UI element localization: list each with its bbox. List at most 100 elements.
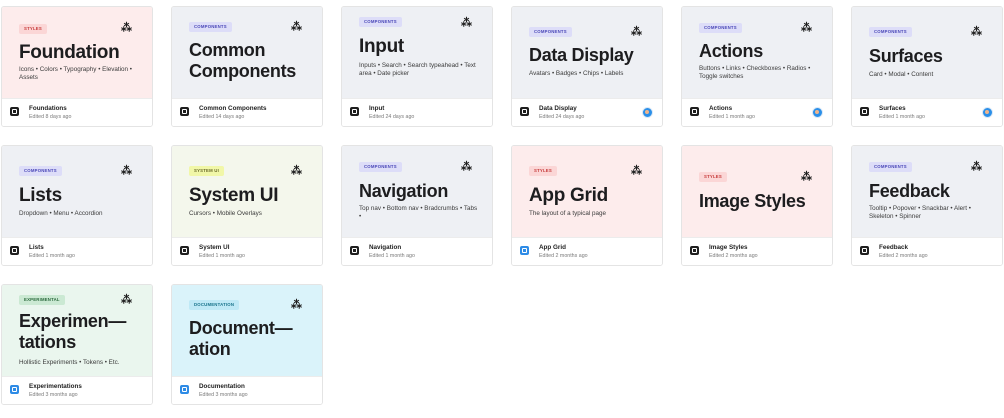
- figma-icon: ⁂: [801, 22, 812, 34]
- file-edited-time: Edited 1 month ago: [369, 253, 415, 259]
- file-thumbnail[interactable]: EXPERIMENTAL ⁂ Experimen— tations Hollis…: [2, 285, 152, 376]
- file-name: System UI: [199, 244, 230, 251]
- thumbnail-title: Surfaces: [869, 46, 943, 66]
- file-footer[interactable]: Actions Edited 1 month ago: [682, 98, 832, 126]
- file-edited-time: Edited 2 months ago: [879, 253, 928, 259]
- figma-icon: ⁂: [121, 165, 132, 177]
- figma-file-icon: [10, 246, 19, 255]
- file-edited-time: Edited 2 months ago: [709, 253, 758, 259]
- file-edited-time: Edited 14 days ago: [199, 114, 245, 120]
- file-name: Surfaces: [879, 105, 906, 112]
- file-footer[interactable]: Image Styles Edited 2 months ago: [682, 237, 832, 265]
- file-footer[interactable]: Surfaces Edited 1 month ago: [852, 98, 1002, 126]
- category-badge: STYLES: [529, 166, 557, 176]
- file-footer[interactable]: Feedback Edited 2 months ago: [852, 237, 1002, 265]
- file-edited-time: Edited 8 days ago: [29, 114, 72, 120]
- file-name: Feedback: [879, 244, 909, 251]
- file-footer[interactable]: Common Components Edited 14 days ago: [172, 98, 322, 126]
- file-card-lists[interactable]: COMPONENTS ⁂ Lists Dropdown • Menu • Acc…: [1, 145, 153, 266]
- thumbnail-title: Experimen— tations: [19, 311, 127, 352]
- file-card-app-grid[interactable]: STYLES ⁂ App Grid The layout of a typica…: [511, 145, 663, 266]
- file-card-system-ui[interactable]: SYSTEM UI ⁂ System UI Cursors • Mobile O…: [171, 145, 323, 266]
- file-card-documentation[interactable]: DOCUMENTATION ⁂ Document— ation Document…: [171, 284, 323, 405]
- category-badge: EXPERIMENTAL: [19, 295, 65, 305]
- file-edited-time: Edited 24 days ago: [539, 114, 585, 120]
- thumbnail-title: Foundation: [19, 42, 120, 63]
- figma-icon: ⁂: [121, 294, 132, 306]
- file-card-navigation[interactable]: COMPONENTS ⁂ Navigation Top nav • Bottom…: [341, 145, 493, 266]
- figma-icon: ⁂: [291, 165, 302, 177]
- figma-icon: ⁂: [631, 165, 642, 177]
- thumbnail-description: Avatars • Badges • Chips • Labels: [529, 70, 624, 77]
- file-thumbnail[interactable]: COMPONENTS ⁂ Common Components: [172, 7, 322, 98]
- file-footer[interactable]: Navigation Edited 1 month ago: [342, 237, 492, 265]
- file-thumbnail[interactable]: COMPONENTS ⁂ Lists Dropdown • Menu • Acc…: [2, 146, 152, 237]
- thumbnail-title: Image Styles: [699, 191, 806, 211]
- figma-file-icon: [180, 246, 189, 255]
- category-badge: COMPONENTS: [19, 166, 62, 176]
- file-thumbnail[interactable]: COMPONENTS ⁂ Input Inputs • Search • Sea…: [342, 7, 492, 98]
- file-card-common-components[interactable]: COMPONENTS ⁂ Common Components Common Co…: [171, 6, 323, 127]
- file-footer[interactable]: Experimentations Edited 3 months ago: [2, 376, 152, 404]
- file-name: Input: [369, 105, 385, 112]
- file-footer[interactable]: Input Edited 24 days ago: [342, 98, 492, 126]
- file-card-data-display[interactable]: COMPONENTS ⁂ Data Display Avatars • Badg…: [511, 6, 663, 127]
- file-edited-time: Edited 3 months ago: [29, 392, 78, 398]
- figma-icon: ⁂: [801, 171, 812, 183]
- file-thumbnail[interactable]: STYLES ⁂ App Grid The layout of a typica…: [512, 146, 662, 237]
- thumbnail-title: Common Components: [189, 40, 296, 81]
- file-thumbnail[interactable]: COMPONENTS ⁂ Navigation Top nav • Bottom…: [342, 146, 492, 237]
- avatar[interactable]: [982, 107, 993, 118]
- file-card-input[interactable]: COMPONENTS ⁂ Input Inputs • Search • Sea…: [341, 6, 493, 127]
- file-card-experimentations[interactable]: EXPERIMENTAL ⁂ Experimen— tations Hollis…: [1, 284, 153, 405]
- file-edited-time: Edited 1 month ago: [879, 114, 925, 120]
- figma-icon: ⁂: [291, 21, 302, 33]
- file-card-feedback[interactable]: COMPONENTS ⁂ Feedback Tooltip • Popover …: [851, 145, 1003, 266]
- figma-file-icon: [690, 246, 699, 255]
- file-footer[interactable]: App Grid Edited 2 months ago: [512, 237, 662, 265]
- file-thumbnail[interactable]: STYLES ⁂ Image Styles: [682, 146, 832, 237]
- category-badge: STYLES: [19, 24, 47, 34]
- file-card-image-styles[interactable]: STYLES ⁂ Image Styles Image Styles Edite…: [681, 145, 833, 266]
- file-card-foundations[interactable]: STYLES ⁂ Foundation Icons • Colors • Typ…: [1, 6, 153, 127]
- file-name: Actions: [709, 105, 733, 112]
- file-footer[interactable]: Data Display Edited 24 days ago: [512, 98, 662, 126]
- figma-file-icon: [350, 246, 359, 255]
- figma-icon: ⁂: [461, 17, 472, 29]
- figjam-file-icon: [180, 385, 189, 394]
- figma-icon: ⁂: [631, 26, 642, 38]
- category-badge: COMPONENTS: [189, 22, 232, 32]
- file-thumbnail[interactable]: COMPONENTS ⁂ Data Display Avatars • Badg…: [512, 7, 662, 98]
- file-footer[interactable]: Foundations Edited 8 days ago: [2, 98, 152, 126]
- thumbnail-description: Card • Modal • Content: [869, 71, 934, 78]
- file-thumbnail[interactable]: DOCUMENTATION ⁂ Document— ation: [172, 285, 322, 376]
- thumbnail-title: Document— ation: [189, 318, 293, 359]
- file-card-actions[interactable]: COMPONENTS ⁂ Actions Buttons • Links • C…: [681, 6, 833, 127]
- file-footer[interactable]: Documentation Edited 3 months ago: [172, 376, 322, 404]
- file-thumbnail[interactable]: COMPONENTS ⁂ Actions Buttons • Links • C…: [682, 7, 832, 98]
- figma-icon: ⁂: [971, 161, 982, 173]
- category-badge: COMPONENTS: [869, 27, 912, 37]
- thumbnail-description: Tooltip • Popover • Snackbar • Alert • S…: [869, 205, 971, 220]
- file-footer[interactable]: System UI Edited 1 month ago: [172, 237, 322, 265]
- figma-file-icon: [180, 107, 189, 116]
- file-name: Experimentations: [29, 383, 82, 390]
- category-badge: COMPONENTS: [869, 162, 912, 172]
- file-edited-time: Edited 1 month ago: [29, 253, 75, 259]
- thumbnail-title: Data Display: [529, 45, 634, 65]
- thumbnail-description: Dropdown • Menu • Accordion: [19, 210, 103, 217]
- file-name: Lists: [29, 244, 44, 251]
- file-name: Image Styles: [709, 244, 748, 251]
- avatar[interactable]: [812, 107, 823, 118]
- file-thumbnail[interactable]: SYSTEM UI ⁂ System UI Cursors • Mobile O…: [172, 146, 322, 237]
- file-thumbnail[interactable]: COMPONENTS ⁂ Surfaces Card • Modal • Con…: [852, 7, 1002, 98]
- file-thumbnail[interactable]: COMPONENTS ⁂ Feedback Tooltip • Popover …: [852, 146, 1002, 237]
- file-footer[interactable]: Lists Edited 1 month ago: [2, 237, 152, 265]
- avatar[interactable]: [642, 107, 653, 118]
- thumbnail-title: Lists: [19, 185, 62, 206]
- thumbnail-title: App Grid: [529, 185, 608, 206]
- file-thumbnail[interactable]: STYLES ⁂ Foundation Icons • Colors • Typ…: [2, 7, 152, 98]
- figma-icon: ⁂: [971, 26, 982, 38]
- file-card-surfaces[interactable]: COMPONENTS ⁂ Surfaces Card • Modal • Con…: [851, 6, 1003, 127]
- category-badge: COMPONENTS: [529, 27, 572, 37]
